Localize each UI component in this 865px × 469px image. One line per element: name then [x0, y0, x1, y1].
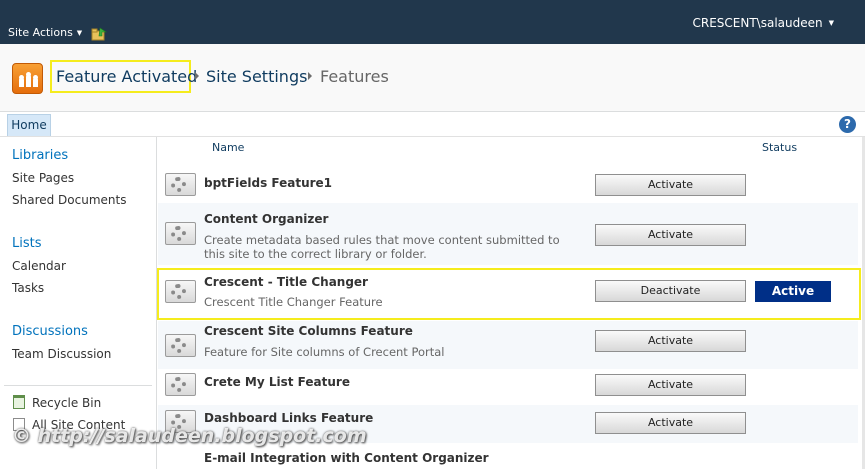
nav-link-calendar[interactable]: Calendar [12, 259, 66, 273]
title-area: Feature Activated Site Settings Features [0, 44, 865, 112]
activate-button[interactable]: Activate [595, 224, 746, 246]
feature-row: Crescent Site Columns Feature Feature fo… [158, 321, 858, 369]
nav-heading-discussions[interactable]: Discussions [12, 324, 88, 339]
feature-title: Crescent Site Columns Feature [204, 324, 413, 338]
nav-link-team-discussion[interactable]: Team Discussion [12, 347, 111, 361]
nav-link-tasks[interactable]: Tasks [12, 281, 44, 295]
feature-icon [165, 173, 196, 196]
chevron-down-icon: ▼ [76, 28, 83, 37]
nav-heading-libraries[interactable]: Libraries [12, 148, 68, 163]
navigate-up-icon[interactable] [91, 27, 107, 41]
nav-link-recycle-bin[interactable]: Recycle Bin [32, 396, 101, 410]
user-name: CRESCENT\salaudeen [692, 16, 823, 30]
activate-button[interactable]: Activate [595, 330, 746, 352]
help-icon[interactable]: ? [839, 116, 856, 133]
activate-button[interactable]: Activate [595, 174, 746, 196]
breadcrumb-site-settings[interactable]: Site Settings [206, 67, 307, 86]
top-nav-bar: Home [0, 112, 865, 137]
nav-divider [4, 385, 152, 386]
recycle-bin-icon [13, 395, 25, 409]
feature-description: Create metadata based rules that move co… [204, 233, 560, 261]
activate-button[interactable]: Activate [595, 412, 746, 434]
breadcrumb-feature-activated[interactable]: Feature Activated [56, 67, 197, 86]
nav-link-shared-documents[interactable]: Shared Documents [12, 193, 126, 207]
feature-title: Content Organizer [204, 212, 329, 226]
site-logo-icon[interactable] [12, 63, 43, 94]
top-bar: Site Actions ▼ CRESCENT\salaudeen ▼ [0, 0, 865, 44]
activate-button[interactable]: Activate [595, 374, 746, 396]
user-menu[interactable]: CRESCENT\salaudeen ▼ [692, 16, 834, 30]
active-feature-highlight [157, 268, 861, 320]
feature-title: bptFields Feature1 [204, 176, 333, 190]
breadcrumb-separator-icon [308, 72, 312, 80]
feature-title: Dashboard Links Feature [204, 411, 374, 425]
site-actions-label: Site Actions [8, 26, 73, 39]
breadcrumb-separator-icon [195, 72, 199, 80]
feature-title: E-mail Integration with Content Organize… [204, 451, 489, 465]
feature-row: Crete My List Feature Activate [158, 369, 858, 405]
column-header-status: Status [762, 141, 798, 154]
site-actions-menu[interactable]: Site Actions ▼ [8, 26, 82, 39]
watermark: © http://salaudeen.blogspot.com [12, 425, 367, 447]
feature-description: Feature for Site columns of Crecent Port… [204, 345, 445, 359]
feature-icon [165, 334, 196, 357]
quick-launch: Libraries Site Pages Shared Documents Li… [0, 137, 157, 469]
nav-link-site-pages[interactable]: Site Pages [12, 171, 74, 185]
chevron-down-icon: ▼ [828, 19, 834, 27]
tab-home[interactable]: Home [7, 114, 51, 136]
nav-heading-lists[interactable]: Lists [12, 236, 42, 251]
feature-row: Content Organizer Create metadata based … [158, 203, 858, 265]
breadcrumb-features: Features [320, 67, 389, 86]
feature-icon [165, 222, 196, 245]
feature-icon [165, 373, 196, 396]
feature-title: Crete My List Feature [204, 375, 350, 389]
column-header-name: Name [212, 141, 245, 154]
feature-row: bptFields Feature1 Activate [158, 163, 858, 203]
